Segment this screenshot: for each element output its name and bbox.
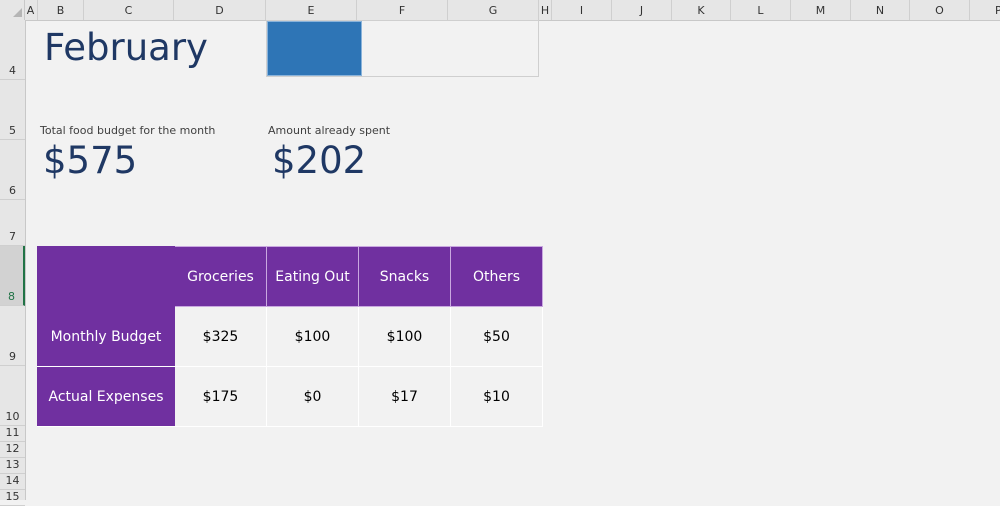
row-header-11[interactable]: 11 xyxy=(0,426,25,442)
select-all-button[interactable] xyxy=(0,0,25,20)
column-header-j[interactable]: J xyxy=(612,0,672,20)
row-header-7[interactable]: 7 xyxy=(0,200,25,246)
column-header-n[interactable]: N xyxy=(851,0,910,20)
cell-actual-groceries[interactable]: $175 xyxy=(174,366,267,427)
column-header-h[interactable]: H xyxy=(539,0,552,20)
row-header-12[interactable]: 12 xyxy=(0,442,25,458)
column-header-c[interactable]: C xyxy=(84,0,174,20)
cell-budget-others[interactable]: $50 xyxy=(450,306,543,367)
cell-actual-eating-out[interactable]: $0 xyxy=(266,366,359,427)
column-header-o[interactable]: O xyxy=(910,0,970,20)
column-header-l[interactable]: L xyxy=(731,0,791,20)
row-header-bar: 4 5 6 7 8 9 10 11 12 13 14 15 xyxy=(0,20,26,506)
row-label-monthly-budget[interactable]: Monthly Budget xyxy=(37,306,175,367)
row-header-9[interactable]: 9 xyxy=(0,306,25,366)
month-title[interactable]: February xyxy=(44,26,208,69)
column-header-bar: A B C D E F G H I J K L M N O P xyxy=(0,0,1000,21)
row-header-6[interactable]: 6 xyxy=(0,140,25,200)
column-header-e[interactable]: E xyxy=(266,0,357,20)
cell-budget-groceries[interactable]: $325 xyxy=(174,306,267,367)
row-header-13[interactable]: 13 xyxy=(0,458,25,474)
column-header-p[interactable]: P xyxy=(970,0,1000,20)
column-others[interactable]: Others xyxy=(450,246,543,307)
column-header-a[interactable]: A xyxy=(24,0,38,20)
spent-label: Amount already spent xyxy=(268,124,391,137)
table-header-row: Groceries Eating Out Snacks Others xyxy=(37,246,543,307)
cell-budget-eating-out[interactable]: $100 xyxy=(266,306,359,367)
column-header-i[interactable]: I xyxy=(552,0,612,20)
column-eating-out[interactable]: Eating Out xyxy=(266,246,359,307)
row-header-15[interactable]: 15 xyxy=(0,490,25,506)
budget-label: Total food budget for the month xyxy=(40,124,216,137)
column-header-m[interactable]: M xyxy=(791,0,851,20)
cell-actual-others[interactable]: $10 xyxy=(450,366,543,427)
row-header-4[interactable]: 4 xyxy=(0,20,25,80)
column-header-d[interactable]: D xyxy=(174,0,266,20)
column-header-k[interactable]: K xyxy=(672,0,731,20)
cell-actual-snacks[interactable]: $17 xyxy=(358,366,451,427)
column-header-g[interactable]: G xyxy=(448,0,539,20)
budget-table: Groceries Eating Out Snacks Others Month… xyxy=(37,246,543,427)
row-header-5[interactable]: 5 xyxy=(0,80,25,140)
cell-budget-snacks[interactable]: $100 xyxy=(358,306,451,367)
spending-progress-bar[interactable] xyxy=(266,20,539,77)
column-groceries[interactable]: Groceries xyxy=(174,246,267,307)
row-label-actual-expenses[interactable]: Actual Expenses xyxy=(37,366,175,427)
table-row: Actual Expenses $175 $0 $17 $10 xyxy=(37,366,543,427)
spending-progress-fill xyxy=(267,21,362,76)
row-header-14[interactable]: 14 xyxy=(0,474,25,490)
select-all-icon xyxy=(13,8,22,17)
budget-total[interactable]: $575 xyxy=(43,139,137,182)
column-snacks[interactable]: Snacks xyxy=(358,246,451,307)
table-row: Monthly Budget $325 $100 $100 $50 xyxy=(37,306,543,367)
row-header-8[interactable]: 8 xyxy=(0,246,25,306)
spent-total[interactable]: $202 xyxy=(272,139,366,182)
column-header-f[interactable]: F xyxy=(357,0,448,20)
column-header-b[interactable]: B xyxy=(38,0,84,20)
table-corner-cell[interactable] xyxy=(37,246,175,307)
row-header-10[interactable]: 10 xyxy=(0,366,25,426)
